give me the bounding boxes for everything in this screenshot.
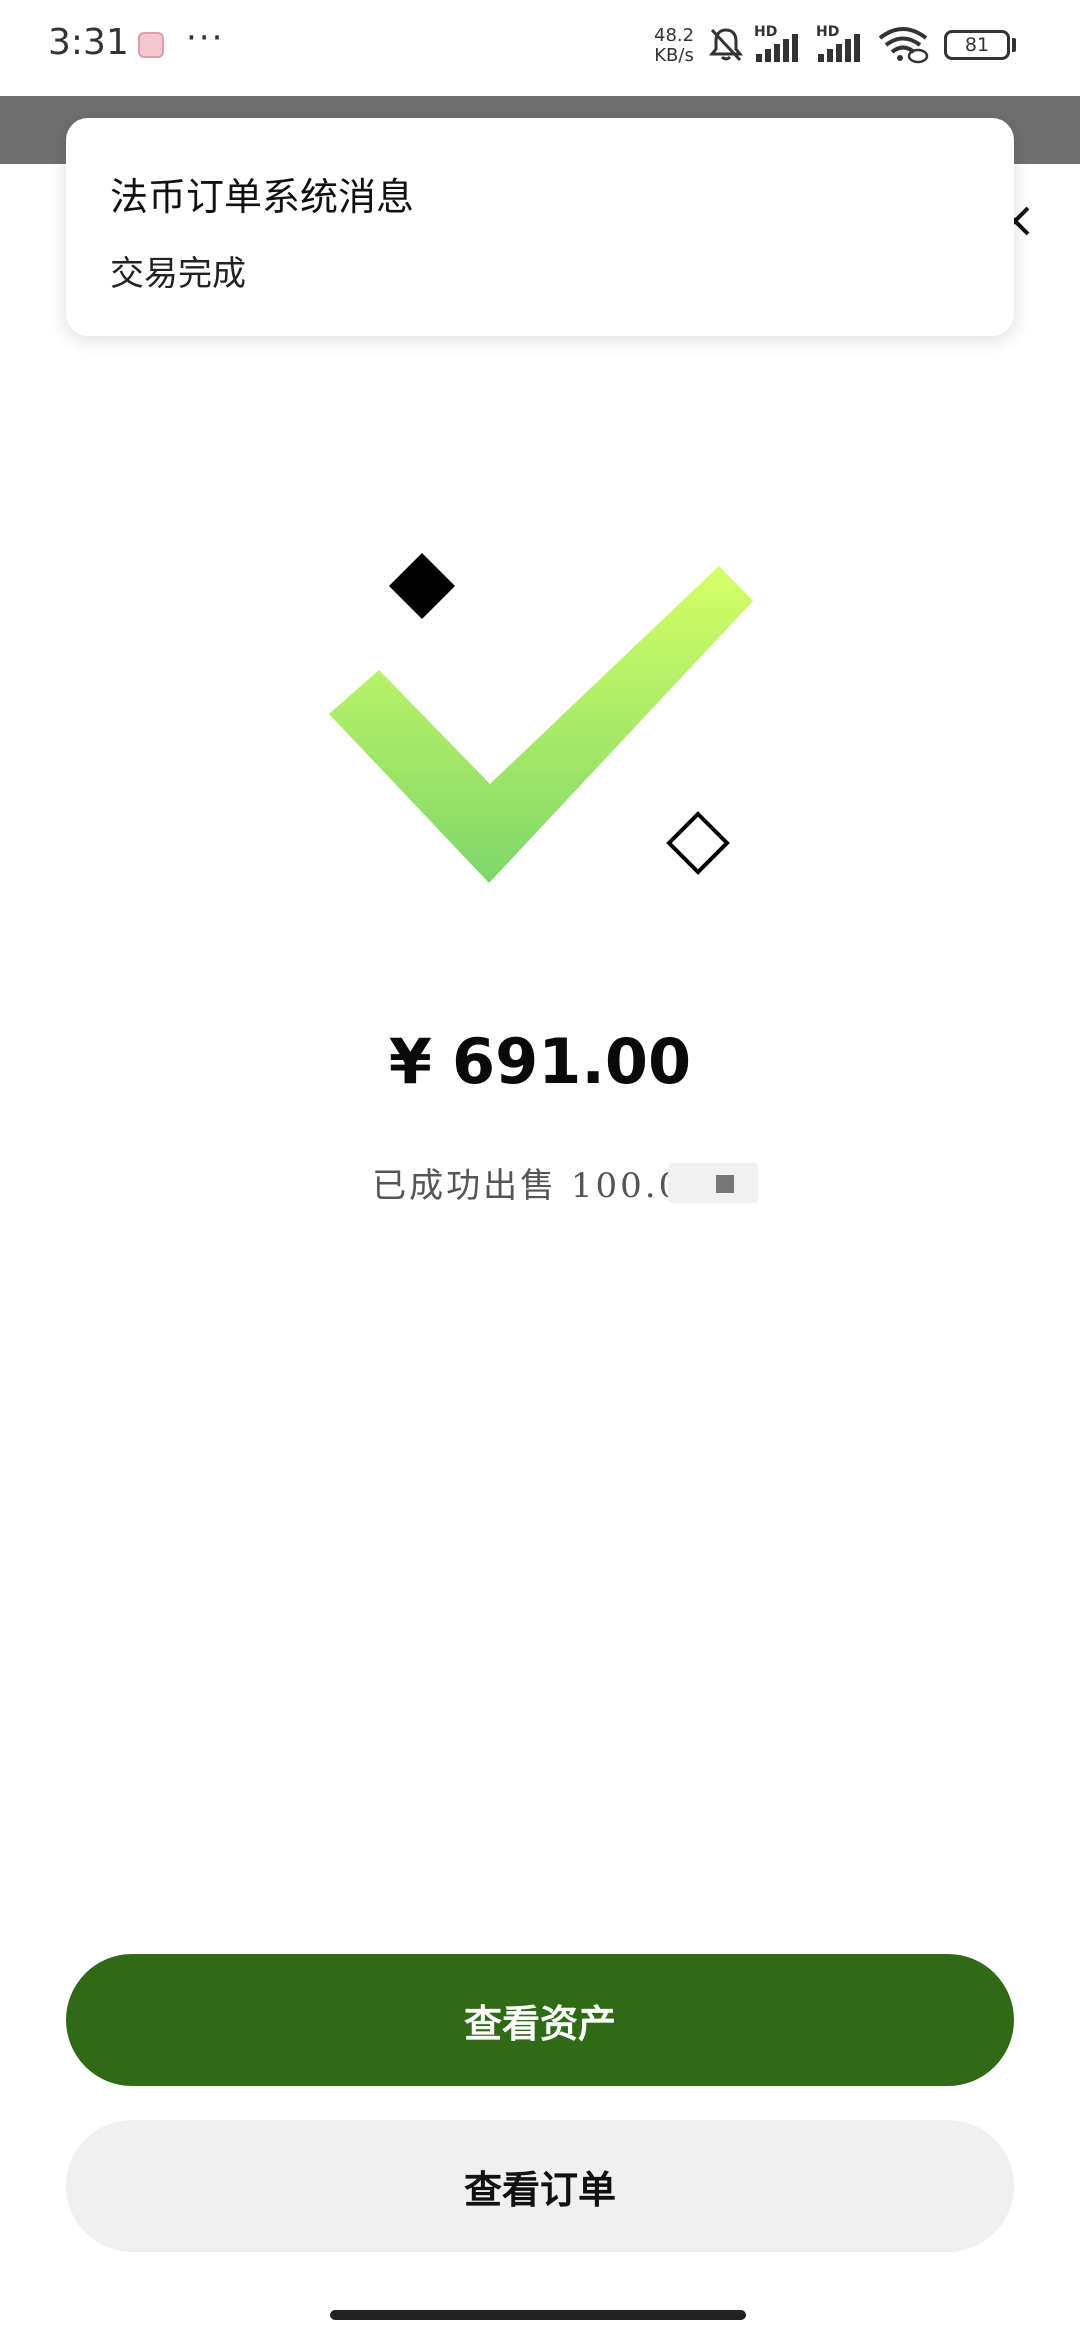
app-notification-icon bbox=[138, 32, 164, 58]
notification-banner[interactable]: 法币订单系统消息 交易完成 bbox=[66, 118, 1014, 336]
network-speed: 48.2 KB/s bbox=[654, 26, 694, 66]
bell-muted-icon bbox=[708, 28, 744, 62]
signal-bars-icon bbox=[818, 34, 860, 62]
battery-tip bbox=[1012, 38, 1016, 52]
status-time: 3:31 bbox=[48, 22, 129, 63]
notification-body: 交易完成 bbox=[110, 254, 246, 294]
redacted-asset-mark bbox=[716, 1175, 734, 1193]
view-orders-button[interactable]: 查看订单 bbox=[66, 2120, 1014, 2252]
signal-sim1: HD bbox=[754, 24, 802, 64]
sold-description: 已成功出售 100.00 bbox=[372, 1166, 708, 1206]
notification-title: 法币订单系统消息 bbox=[110, 175, 415, 219]
decor-diamond-outline bbox=[666, 811, 730, 875]
success-check-icon bbox=[329, 553, 753, 883]
signal-sim2: HD bbox=[816, 24, 864, 64]
more-notifications-icon: ··· bbox=[186, 18, 225, 58]
signal-bars-icon bbox=[756, 34, 798, 62]
currency-symbol: ¥ bbox=[388, 1025, 432, 1098]
view-assets-button[interactable]: 查看资产 bbox=[66, 1954, 1014, 2086]
amount-value: 691.00 bbox=[451, 1025, 692, 1098]
network-speed-value: 48.2 bbox=[654, 25, 695, 46]
status-bar: 3:31 ··· 48.2 KB/s HD HD 81 bbox=[0, 0, 1080, 96]
redacted-asset bbox=[668, 1163, 758, 1203]
home-indicator[interactable] bbox=[330, 2310, 746, 2320]
decor-diamond-filled bbox=[389, 553, 455, 619]
sold-amount: ¥691.00 bbox=[0, 1025, 1080, 1098]
network-speed-unit: KB/s bbox=[654, 45, 694, 66]
battery-icon: 81 bbox=[944, 30, 1010, 60]
wifi-icon bbox=[878, 27, 929, 64]
